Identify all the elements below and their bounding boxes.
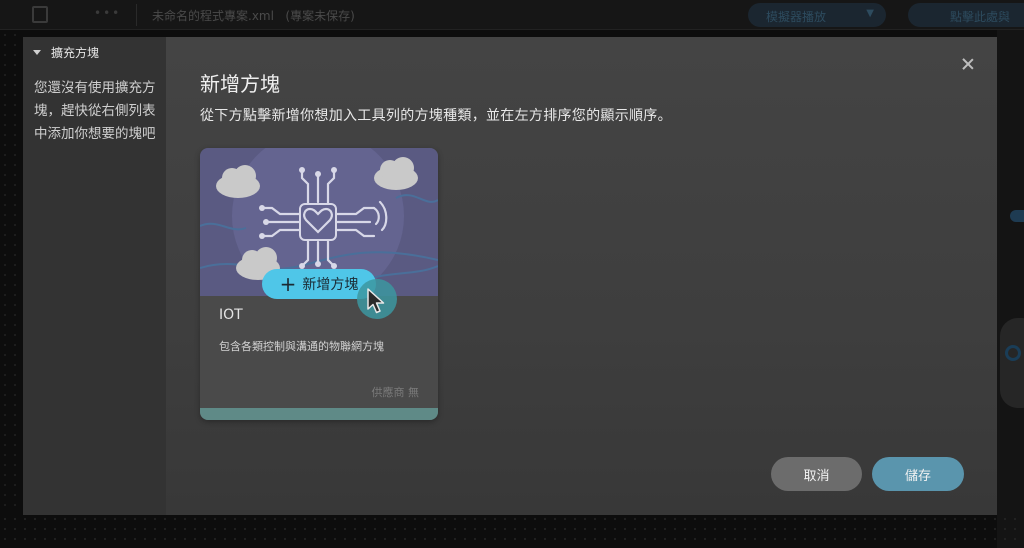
connect-button: 點擊此處與 — [908, 3, 1024, 27]
card-vendor: 供應商 無 — [371, 386, 420, 399]
caret-down-icon: ▼ — [866, 8, 874, 19]
add-block-label: 新增方塊 — [302, 277, 359, 293]
caret-down-icon[interactable] — [33, 50, 41, 55]
right-panel — [997, 30, 1024, 548]
divider — [136, 4, 137, 26]
add-blocks-dialog: 擴充方塊 您還沒有使用擴充方塊，趕快從右側列表中添加你想要的塊吧 新增方塊 從下… — [23, 37, 997, 515]
close-icon[interactable] — [961, 57, 975, 71]
dialog-title: 新增方塊 — [200, 72, 280, 96]
plus-icon: + — [279, 272, 297, 296]
simulator-button: 模擬器播放 ▼ — [748, 3, 886, 27]
toggle-switch — [1010, 210, 1024, 222]
save-icon — [32, 6, 48, 23]
card-title: IOT — [219, 307, 243, 323]
file-title: 未命名的程式專案.xml — [152, 9, 274, 23]
robot-eye-icon — [1005, 345, 1021, 361]
extension-card-iot[interactable]: IOT 包含各類控制與溝通的物聯網方塊 供應商 無 + 新增方塊 — [200, 148, 438, 420]
cancel-button[interactable]: 取消 — [771, 457, 862, 491]
connect-label: 點擊此處與 — [950, 10, 1011, 24]
mouse-cursor-icon — [367, 288, 385, 314]
card-description: 包含各類控制與溝通的物聯網方塊 — [219, 340, 384, 353]
more-icon: ••• — [94, 6, 122, 20]
save-button[interactable]: 儲存 — [872, 457, 964, 491]
card-footer-bar — [200, 408, 438, 420]
extension-sidebar: 擴充方塊 您還沒有使用擴充方塊，趕快從右側列表中添加你想要的塊吧 — [23, 37, 166, 515]
save-status: (專案未保存) — [285, 9, 355, 23]
app-top-bar: ••• 未命名的程式專案.xml (專案未保存) 模擬器播放 ▼ 點擊此處與 — [0, 0, 1024, 30]
project-title: 未命名的程式專案.xml (專案未保存) — [152, 7, 355, 24]
sidebar-header[interactable]: 擴充方塊 — [33, 44, 99, 61]
dialog-description: 從下方點擊新增你想加入工具列的方塊種類，並在左方排序您的顯示順序。 — [200, 108, 672, 124]
simulator-label: 模擬器播放 — [766, 10, 827, 24]
robot-image — [1000, 318, 1024, 408]
workspace-grid — [0, 30, 24, 514]
sidebar-title: 擴充方塊 — [51, 46, 100, 60]
workspace-grid-bottom — [0, 514, 1024, 548]
card-body: IOT 包含各類控制與溝通的物聯網方塊 供應商 無 — [200, 296, 438, 408]
sidebar-empty-hint: 您還沒有使用擴充方塊，趕快從右側列表中添加你想要的塊吧 — [34, 80, 156, 142]
